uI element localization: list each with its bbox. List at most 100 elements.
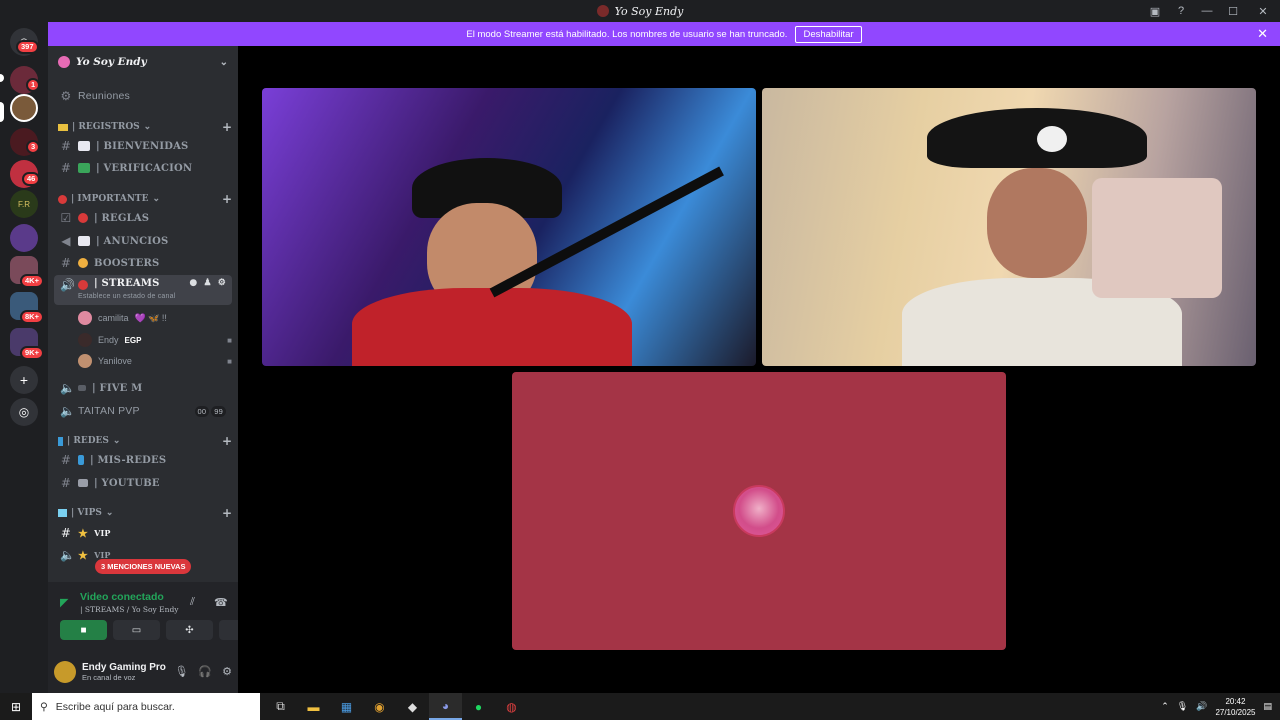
settings-gear-icon[interactable]: ⚙ xyxy=(218,278,226,288)
activities-button[interactable]: ✣ xyxy=(166,620,213,640)
hashtag-icon: # xyxy=(60,256,72,270)
inbox-icon[interactable]: ▣ xyxy=(1142,0,1168,22)
video-tile-camilita[interactable] xyxy=(762,88,1256,366)
add-server-icon[interactable]: + xyxy=(10,366,38,394)
hashtag-icon: # xyxy=(60,453,72,467)
discover-icon[interactable]: ◎ xyxy=(10,398,38,426)
server-icon-5[interactable]: F.R xyxy=(10,190,38,218)
category-importante[interactable]: | IMPORTANTE ⌄ + xyxy=(58,192,232,206)
system-tray: ⌃ 🎙 🔊 20:42 27/10/2025 ▤ xyxy=(1161,696,1280,718)
channel-youtube[interactable]: # | YOUTUBE xyxy=(54,472,232,494)
server-icon-6[interactable] xyxy=(10,224,38,252)
new-mentions-pill[interactable]: 3 MENCIONES NUEVAS xyxy=(95,559,192,574)
voice-status[interactable]: ◤ Video conectado | STREAMS / Yo Soy End… xyxy=(54,588,232,624)
chat-icon[interactable]: ● xyxy=(189,278,197,288)
channel-reglas[interactable]: ☑ | REGLAS xyxy=(54,207,232,229)
user-status: En canal de voz xyxy=(82,672,136,682)
clock-date: 27/10/2025 xyxy=(1215,707,1256,717)
channel-five-m[interactable]: 🔈 | FIVE M xyxy=(54,377,232,399)
server-badge-1: 1 xyxy=(26,78,41,92)
user-limit-badge: 00 99 xyxy=(194,405,226,417)
screen-share-button[interactable]: ▭ xyxy=(113,620,160,640)
channel-boosters[interactable]: # BOOSTERS xyxy=(54,252,232,274)
add-channel-icon[interactable]: + xyxy=(222,506,232,520)
category-vips[interactable]: | VIPS ⌄ + xyxy=(58,506,232,520)
discord-icon[interactable]: ◕ xyxy=(429,693,462,720)
clock[interactable]: 20:42 27/10/2025 xyxy=(1215,696,1255,718)
channel-status-hint[interactable]: Establece un estado de canal xyxy=(78,293,175,300)
invite-icon[interactable]: ♟ xyxy=(203,278,211,288)
channel-emoji xyxy=(78,213,88,223)
task-view-icon[interactable]: ⧉ xyxy=(264,693,297,720)
disconnect-icon[interactable]: ☎ xyxy=(214,596,228,609)
microphone-icon[interactable]: 🎙 xyxy=(174,665,188,678)
voice-channel-text[interactable]: | STREAMS / Yo Soy Endy xyxy=(80,605,179,614)
shirt-shape xyxy=(352,288,632,366)
disable-streamer-button[interactable]: Deshabilitar xyxy=(795,25,862,43)
pillow-shape xyxy=(1092,178,1222,298)
voice-user-name: camilita xyxy=(98,313,129,323)
help-icon[interactable]: ? xyxy=(1168,0,1194,22)
roblox-icon[interactable]: ◆ xyxy=(396,693,429,720)
channel-mis-redes[interactable]: # | MIS-REDES xyxy=(54,449,232,471)
channel-bienvenidas[interactable]: # | BIENVENIDAS xyxy=(54,135,232,157)
channel-taitan-pvp[interactable]: 🔈 TAITAN PVP 00 99 xyxy=(54,400,232,422)
voice-user-endy[interactable]: Endy EGP ■ xyxy=(78,330,232,350)
store-icon[interactable]: ▦ xyxy=(330,693,363,720)
notifications-icon[interactable]: ▤ xyxy=(1263,701,1272,712)
noise-suppression-icon[interactable]: ⫽ xyxy=(190,596,195,609)
channel-label: | REGLAS xyxy=(94,212,150,224)
minimize-button[interactable]: — xyxy=(1194,0,1220,22)
avatar xyxy=(78,311,92,325)
camera-button[interactable]: ■ xyxy=(60,620,107,640)
maximize-button[interactable]: ☐ xyxy=(1220,0,1246,22)
channel-label: | FIVE M xyxy=(92,382,143,394)
streamer-mode-banner: El modo Streamer está habilitado. Los no… xyxy=(48,22,1280,46)
voice-user-camilita[interactable]: camilita 💜 🦋 !! xyxy=(78,308,232,328)
signal-icon[interactable]: ◤ xyxy=(60,596,68,609)
server-header[interactable]: Yo Soy Endy ⌄ xyxy=(48,46,238,78)
chevron-down-icon: ⌄ xyxy=(219,56,228,68)
video-tile-endy[interactable] xyxy=(262,88,756,366)
close-banner-icon[interactable]: ✕ xyxy=(1257,26,1268,42)
channel-anuncios[interactable]: ◀ | ANUNCIOS xyxy=(54,230,232,252)
avatar[interactable] xyxy=(54,660,76,683)
user-info[interactable]: Endy Gaming Pro En canal de voz xyxy=(82,662,166,682)
volume-icon[interactable]: 🔊 xyxy=(1196,701,1207,712)
channel-label: | BIENVENIDAS xyxy=(96,140,189,152)
channel-verificacion[interactable]: # | VERIFICACION xyxy=(54,157,232,179)
microphone-icon[interactable]: 🎙 xyxy=(1177,701,1188,712)
search-placeholder: Escribe aquí para buscar. xyxy=(55,700,175,713)
channel-vip-text[interactable]: # ★ VIP xyxy=(54,522,232,544)
channel-reuniones[interactable]: ⚙ Reuniones xyxy=(54,85,232,107)
category-redes[interactable]: | REDES ⌄ + xyxy=(58,434,232,448)
add-channel-icon[interactable]: + xyxy=(222,192,232,206)
obs-icon[interactable]: ◍ xyxy=(495,693,528,720)
spotify-icon[interactable]: ● xyxy=(462,693,495,720)
video-tile-yanilove[interactable] xyxy=(512,372,1006,650)
channel-label: | VERIFICACION xyxy=(96,162,193,174)
channel-streams[interactable]: 🔊 | STREAMS ● ♟ ⚙ Establece un estado de… xyxy=(54,275,232,305)
add-channel-icon[interactable]: + xyxy=(222,120,232,134)
windows-start-icon[interactable]: ⊞ xyxy=(0,693,32,720)
window-title-text: Yo Soy Endy xyxy=(614,4,684,18)
voice-user-tag: 💜 🦋 !! xyxy=(134,312,167,323)
channel-emoji xyxy=(78,479,88,487)
chevron-up-icon[interactable]: ⌃ xyxy=(1161,701,1169,712)
category-emoji xyxy=(58,194,67,204)
headphones-icon[interactable]: 🎧 xyxy=(198,665,212,678)
category-registros[interactable]: | REGISTROS ⌄ + xyxy=(58,120,232,134)
voice-user-yanilove[interactable]: Yanilove ■ xyxy=(78,351,232,371)
chrome-icon[interactable]: ◉ xyxy=(363,693,396,720)
channel-label: TAITAN PVP xyxy=(78,405,140,417)
user-settings-icon[interactable]: ⚙ xyxy=(222,665,232,678)
file-explorer-icon[interactable]: ▬ xyxy=(297,693,330,720)
close-window-button[interactable]: ✕ xyxy=(1246,0,1280,22)
add-channel-icon[interactable]: + xyxy=(222,434,232,448)
megaphone-icon: ◀ xyxy=(61,234,71,248)
hashtag-icon: # xyxy=(60,139,72,153)
server-icon-yo-soy-endy[interactable] xyxy=(10,94,38,122)
taskbar-search[interactable]: ⚲ Escribe aquí para buscar. xyxy=(32,693,260,720)
channel-label: | MIS-REDES xyxy=(90,454,167,466)
chevron-down-icon: ⌄ xyxy=(152,194,161,204)
